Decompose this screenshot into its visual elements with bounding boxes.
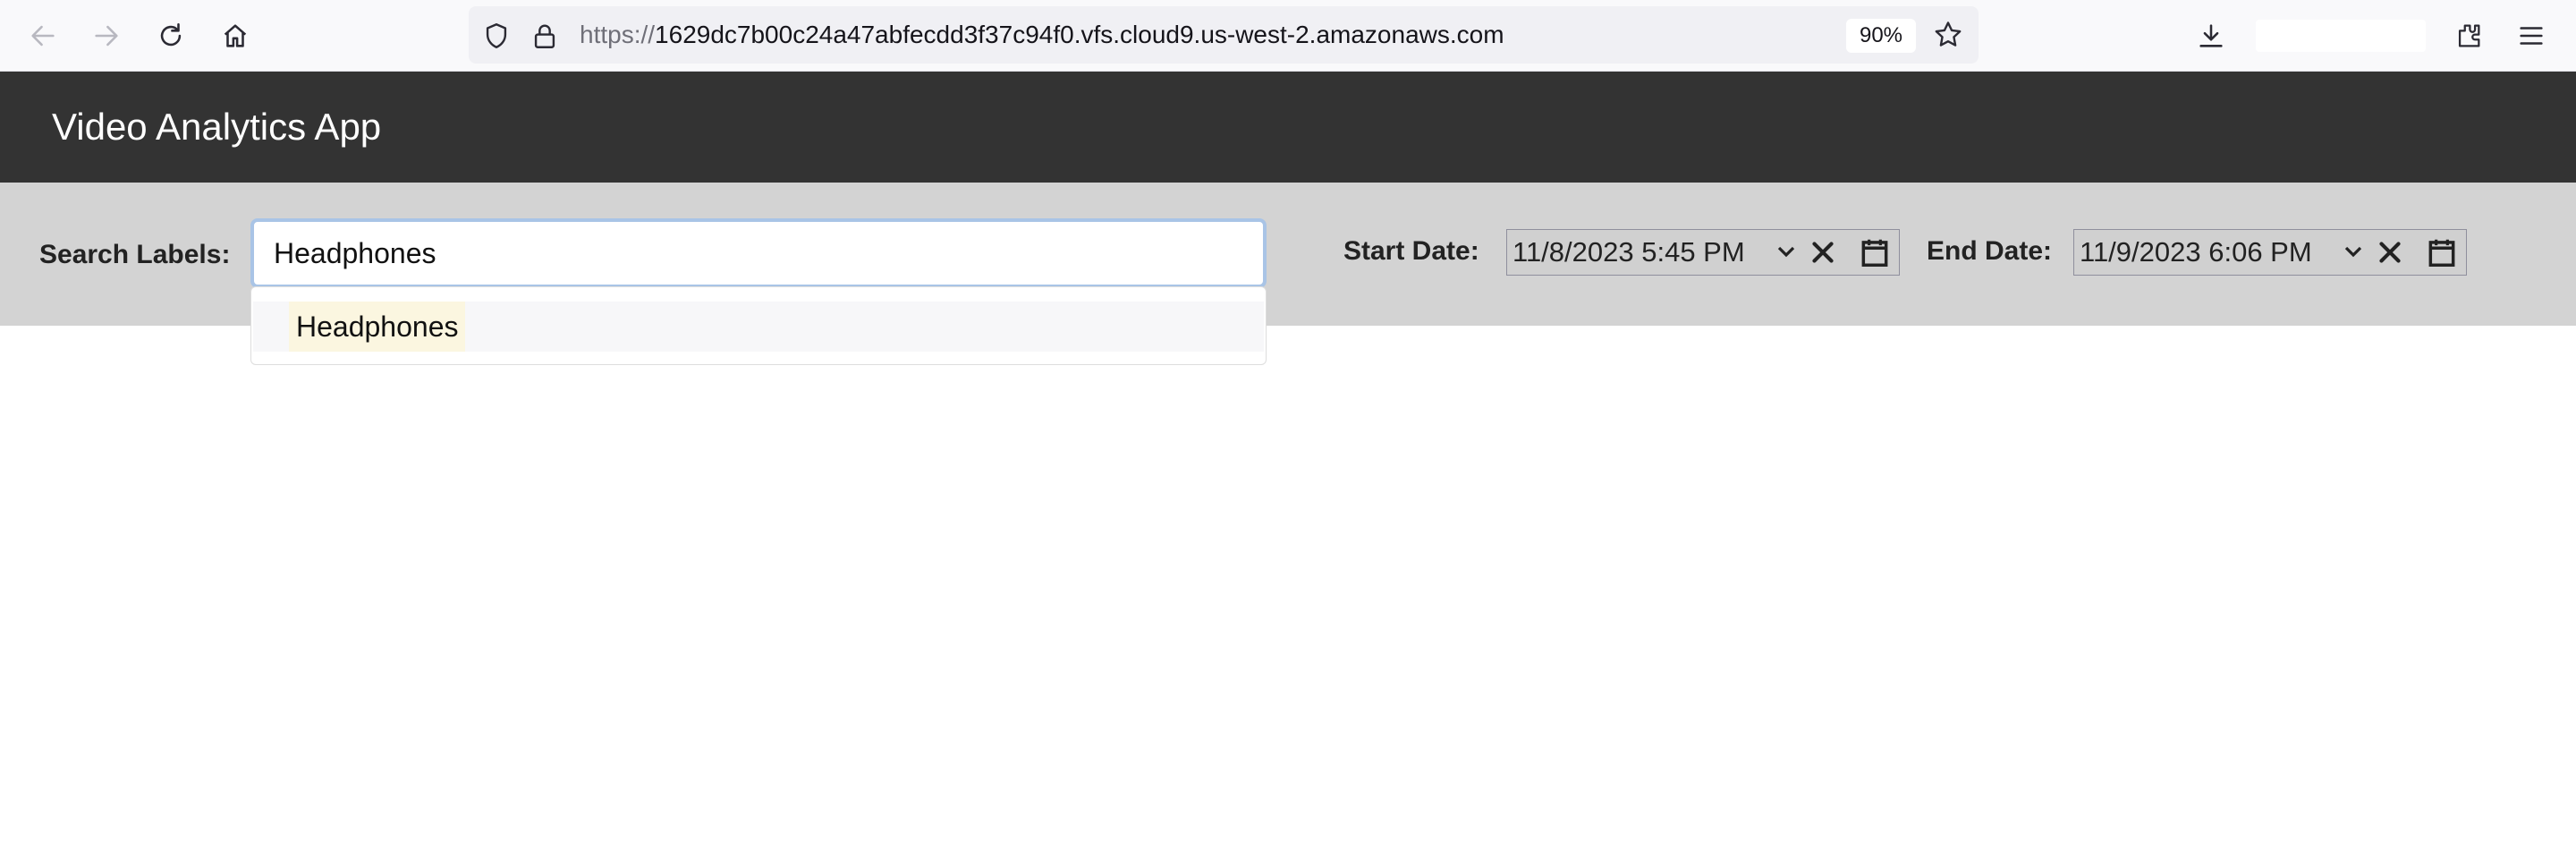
browser-toolbar: https://1629dc7b00c24a47abfecdd3f37c94f0… — [0, 0, 2576, 72]
url-host: 1629dc7b00c24a47abfecdd3f37c94f0.vfs.clo… — [655, 21, 1504, 48]
autocomplete-option-label: Headphones — [289, 302, 466, 352]
chevron-down-icon[interactable] — [1775, 239, 1797, 264]
shield-icon[interactable] — [481, 21, 512, 51]
calendar-icon[interactable] — [1858, 235, 1892, 269]
url-scheme: https:// — [580, 21, 656, 48]
app-title: Video Analytics App — [52, 106, 382, 148]
end-date-value[interactable]: 11/9/2023 6:06 PM — [2080, 230, 2312, 275]
clear-icon[interactable] — [1806, 235, 1840, 269]
address-bar[interactable]: https://1629dc7b00c24a47abfecdd3f37c94f0… — [469, 6, 1979, 64]
start-date-input[interactable]: 11/8/2023 5:45 PM — [1506, 229, 1900, 276]
app-header: Video Analytics App — [0, 72, 2576, 183]
star-icon[interactable] — [1932, 19, 1964, 51]
home-icon[interactable] — [216, 16, 255, 55]
search-labels-label: Search Labels: — [39, 240, 231, 269]
clear-icon[interactable] — [2373, 235, 2407, 269]
end-date-label: End Date: — [1927, 236, 2053, 266]
reload-icon[interactable] — [151, 16, 191, 55]
account-button[interactable] — [2256, 20, 2426, 52]
menu-icon[interactable] — [2512, 16, 2551, 55]
forward-icon[interactable] — [87, 16, 126, 55]
download-icon[interactable] — [2191, 16, 2231, 55]
end-date-input[interactable]: 11/9/2023 6:06 PM — [2073, 229, 2467, 276]
url-text[interactable]: https://1629dc7b00c24a47abfecdd3f37c94f0… — [580, 6, 1504, 64]
autocomplete-option[interactable]: Headphones — [253, 302, 1264, 352]
start-date-value[interactable]: 11/8/2023 5:45 PM — [1513, 230, 1745, 275]
calendar-icon[interactable] — [2425, 235, 2459, 269]
autocomplete-dropdown: Headphones — [250, 286, 1267, 365]
start-date-label: Start Date: — [1343, 236, 1479, 266]
chevron-down-icon[interactable] — [2343, 239, 2364, 264]
zoom-level-badge[interactable]: 90% — [1846, 19, 1916, 53]
lock-icon[interactable] — [530, 21, 560, 51]
search-labels-input[interactable] — [250, 218, 1267, 288]
back-icon[interactable] — [23, 16, 63, 55]
extensions-icon[interactable] — [2449, 16, 2488, 55]
